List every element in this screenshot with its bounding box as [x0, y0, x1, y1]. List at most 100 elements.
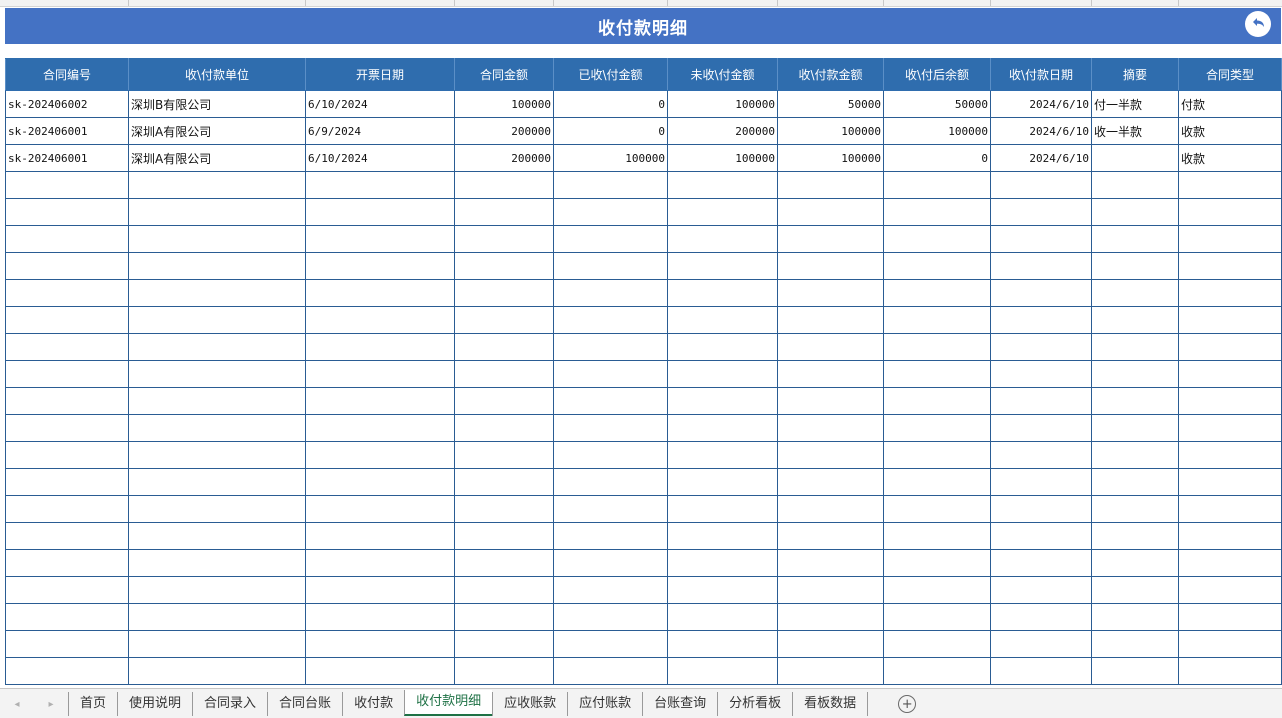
- table-cell[interactable]: [128, 630, 306, 658]
- table-cell[interactable]: [667, 549, 778, 577]
- table-cell[interactable]: [305, 414, 455, 442]
- table-cell[interactable]: 100000: [777, 117, 884, 145]
- table-cell[interactable]: [883, 279, 991, 307]
- scroll-left-icon[interactable]: ◂: [14, 699, 19, 710]
- table-cell[interactable]: [990, 360, 1092, 388]
- table-cell[interactable]: [553, 306, 668, 334]
- table-cell[interactable]: [553, 630, 668, 658]
- table-cell[interactable]: 6/10/2024: [305, 144, 455, 172]
- table-cell[interactable]: [5, 522, 129, 550]
- table-cell[interactable]: [777, 630, 884, 658]
- table-cell[interactable]: [553, 198, 668, 226]
- table-cell[interactable]: [1091, 414, 1179, 442]
- table-cell[interactable]: [1178, 495, 1282, 523]
- table-cell[interactable]: 深圳A有限公司: [128, 144, 306, 172]
- table-cell[interactable]: [777, 387, 884, 415]
- table-cell[interactable]: [5, 171, 129, 199]
- table-cell[interactable]: [777, 360, 884, 388]
- sheet-tab[interactable]: 合同台账: [267, 692, 342, 716]
- table-cell[interactable]: 2024/6/10: [990, 90, 1092, 118]
- sheet-tab[interactable]: 使用说明: [117, 692, 192, 716]
- table-cell[interactable]: [777, 495, 884, 523]
- table-cell[interactable]: [1091, 630, 1179, 658]
- table-cell[interactable]: [667, 576, 778, 604]
- column-header[interactable]: 收\付款金额: [777, 58, 884, 91]
- table-cell[interactable]: [128, 441, 306, 469]
- table-cell[interactable]: [777, 468, 884, 496]
- return-button[interactable]: [1245, 11, 1271, 37]
- table-cell[interactable]: 0: [553, 117, 668, 145]
- table-cell[interactable]: [883, 360, 991, 388]
- table-cell[interactable]: [5, 225, 129, 253]
- table-cell[interactable]: [1091, 171, 1179, 199]
- table-cell[interactable]: [777, 576, 884, 604]
- table-cell[interactable]: [1091, 252, 1179, 280]
- table-cell[interactable]: [128, 387, 306, 415]
- table-cell[interactable]: [1178, 387, 1282, 415]
- table-cell[interactable]: [1178, 414, 1282, 442]
- table-cell[interactable]: 付款: [1178, 90, 1282, 118]
- table-cell[interactable]: [1178, 657, 1282, 685]
- table-cell[interactable]: [128, 576, 306, 604]
- table-cell[interactable]: [128, 522, 306, 550]
- column-header[interactable]: 开票日期: [305, 58, 455, 91]
- table-cell[interactable]: [553, 252, 668, 280]
- table-cell[interactable]: 收款: [1178, 144, 1282, 172]
- table-cell[interactable]: 100000: [667, 144, 778, 172]
- table-cell[interactable]: [305, 333, 455, 361]
- table-cell[interactable]: [128, 333, 306, 361]
- table-cell[interactable]: [883, 333, 991, 361]
- table-cell[interactable]: [990, 225, 1092, 253]
- table-cell[interactable]: [553, 468, 668, 496]
- table-cell[interactable]: [5, 387, 129, 415]
- table-cell[interactable]: [1091, 603, 1179, 631]
- table-cell[interactable]: [128, 549, 306, 577]
- table-cell[interactable]: 50000: [777, 90, 884, 118]
- table-cell[interactable]: 收一半款: [1091, 117, 1179, 145]
- table-cell[interactable]: [990, 495, 1092, 523]
- sheet-tab[interactable]: 看板数据: [792, 692, 869, 716]
- table-cell[interactable]: [990, 603, 1092, 631]
- table-cell[interactable]: [454, 495, 554, 523]
- table-cell[interactable]: [5, 306, 129, 334]
- table-cell[interactable]: [883, 630, 991, 658]
- table-cell[interactable]: [990, 198, 1092, 226]
- table-cell[interactable]: [305, 225, 455, 253]
- table-cell[interactable]: [454, 360, 554, 388]
- table-cell[interactable]: 0: [553, 90, 668, 118]
- table-cell[interactable]: 2024/6/10: [990, 144, 1092, 172]
- table-cell[interactable]: [1178, 441, 1282, 469]
- table-cell[interactable]: [5, 630, 129, 658]
- table-cell[interactable]: [454, 414, 554, 442]
- table-cell[interactable]: [667, 306, 778, 334]
- column-header[interactable]: 摘要: [1091, 58, 1179, 91]
- table-cell[interactable]: 深圳B有限公司: [128, 90, 306, 118]
- table-cell[interactable]: [777, 522, 884, 550]
- table-cell[interactable]: [553, 414, 668, 442]
- scroll-right-icon[interactable]: ▸: [48, 699, 53, 710]
- table-cell[interactable]: [990, 630, 1092, 658]
- table-cell[interactable]: [5, 441, 129, 469]
- table-cell[interactable]: [1091, 198, 1179, 226]
- table-cell[interactable]: [990, 306, 1092, 334]
- table-cell[interactable]: [1091, 495, 1179, 523]
- column-header[interactable]: 未收\付金额: [667, 58, 778, 91]
- sheet-tab[interactable]: 合同录入: [192, 692, 267, 716]
- table-cell[interactable]: [553, 603, 668, 631]
- table-cell[interactable]: [1091, 144, 1179, 172]
- table-cell[interactable]: [883, 225, 991, 253]
- table-cell[interactable]: [1178, 360, 1282, 388]
- table-cell[interactable]: [990, 171, 1092, 199]
- table-cell[interactable]: [128, 279, 306, 307]
- table-cell[interactable]: [305, 198, 455, 226]
- table-cell[interactable]: [667, 468, 778, 496]
- table-cell[interactable]: [1091, 522, 1179, 550]
- table-cell[interactable]: [5, 468, 129, 496]
- table-cell[interactable]: [5, 198, 129, 226]
- table-cell[interactable]: [1091, 225, 1179, 253]
- table-cell[interactable]: [1178, 333, 1282, 361]
- table-cell[interactable]: [5, 333, 129, 361]
- table-cell[interactable]: [777, 603, 884, 631]
- table-cell[interactable]: [1178, 522, 1282, 550]
- plus-circle-icon[interactable]: +: [898, 695, 917, 713]
